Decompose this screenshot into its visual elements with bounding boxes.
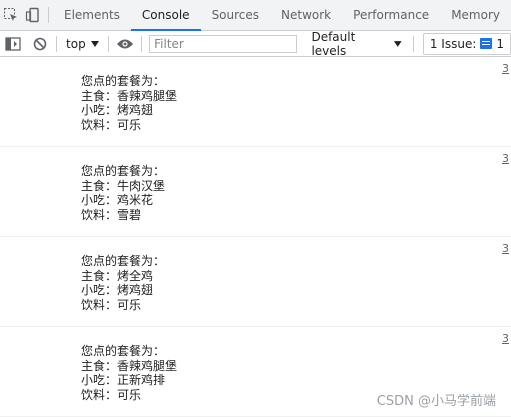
message-line: 饮料：雪碧 — [81, 207, 142, 222]
show-sidebar-icon[interactable] — [0, 32, 27, 56]
message-text: 您点的套餐为： 主食：香辣鸡腿堡 小吃：正新鸡排 饮料：可乐 — [81, 344, 177, 402]
log-levels-label: Default levels — [311, 29, 356, 58]
log-levels-select[interactable]: Default levels — [303, 30, 409, 58]
console-toolbar: top Filter Default levels 1 Issue: 1 — [0, 30, 511, 58]
tab-separator — [48, 7, 49, 23]
source-link[interactable]: 3 — [502, 152, 509, 167]
tab-memory[interactable]: Memory — [440, 0, 511, 30]
source-link[interactable]: 3 — [502, 62, 509, 77]
toolbar-separator — [107, 35, 109, 52]
message-line: 小吃：正新鸡排 — [81, 373, 166, 387]
message-text: 您点的套餐为： 主食：牛肉汉堡 小吃：鸡米花 饮料：雪碧 — [81, 164, 165, 222]
message-line: 小吃：鸡米花 — [81, 193, 154, 207]
toolbar-separator — [141, 35, 143, 52]
source-link[interactable]: 3 — [502, 242, 509, 257]
execution-context-select[interactable]: top — [60, 37, 105, 51]
message-line: 您点的套餐为： — [81, 74, 166, 88]
devtools-tabbar: Elements Console Sources Network Perform… — [0, 0, 511, 31]
tab-network[interactable]: Network — [270, 0, 342, 30]
message-line: 您点的套餐为： — [81, 164, 166, 178]
message-line: 小吃：烤鸡翅 — [81, 283, 154, 297]
dropdown-arrow-icon — [90, 40, 99, 47]
console-message: 您点的套餐为： 主食：牛肉汉堡 小吃：鸡米花 饮料：雪碧 3 — [0, 147, 511, 237]
tab-performance[interactable]: Performance — [342, 0, 440, 30]
message-line: 您点的套餐为： — [81, 254, 166, 268]
toolbar-separator — [412, 35, 414, 52]
issues-label: 1 Issue: — [429, 36, 477, 51]
tab-elements[interactable]: Elements — [53, 0, 131, 30]
message-line: 饮料：可乐 — [81, 387, 142, 402]
filter-input[interactable]: Filter — [149, 34, 298, 53]
watermark: CSDN @小马学前端 — [376, 394, 496, 409]
dropdown-arrow-icon — [394, 40, 402, 47]
device-toolbar-icon[interactable] — [22, 0, 44, 30]
console-message: 您点的套餐为： 主食：烤全鸡 小吃：烤鸡翅 饮料：可乐 3 — [0, 237, 511, 327]
tab-sources[interactable]: Sources — [201, 0, 270, 30]
message-line: 饮料：可乐 — [81, 297, 142, 312]
message-line: 主食：牛肉汉堡 — [81, 178, 166, 193]
message-line: 您点的套餐为： — [81, 344, 166, 358]
message-text: 您点的套餐为： 主食：烤全鸡 小吃：烤鸡翅 饮料：可乐 — [81, 254, 165, 312]
message-line: 主食：香辣鸡腿堡 — [81, 358, 178, 373]
message-line: 饮料：可乐 — [81, 117, 142, 132]
clear-console-icon[interactable] — [27, 32, 54, 56]
message-line: 主食：烤全鸡 — [81, 268, 154, 283]
console-message: 您点的套餐为： 主食：香辣鸡腿堡 小吃：烤鸡翅 饮料：可乐 3 — [0, 57, 511, 147]
context-label: top — [66, 36, 86, 51]
tab-console[interactable]: Console — [130, 0, 201, 31]
message-text: 您点的套餐为： 主食：香辣鸡腿堡 小吃：烤鸡翅 饮料：可乐 — [81, 74, 177, 132]
console-messages: 您点的套餐为： 主食：香辣鸡腿堡 小吃：烤鸡翅 饮料：可乐 3 您点的套餐为： … — [0, 57, 511, 417]
issues-button[interactable]: 1 Issue: 1 — [422, 32, 511, 55]
message-line: 主食：香辣鸡腿堡 — [81, 88, 178, 103]
issue-message-icon — [480, 38, 493, 49]
source-link[interactable]: 3 — [502, 332, 509, 347]
toolbar-separator — [56, 35, 58, 52]
live-expression-eye-icon[interactable] — [112, 32, 139, 56]
issues-count: 1 — [496, 36, 505, 51]
message-line: 小吃：烤鸡翅 — [81, 103, 154, 117]
inspect-element-icon[interactable] — [0, 0, 22, 30]
